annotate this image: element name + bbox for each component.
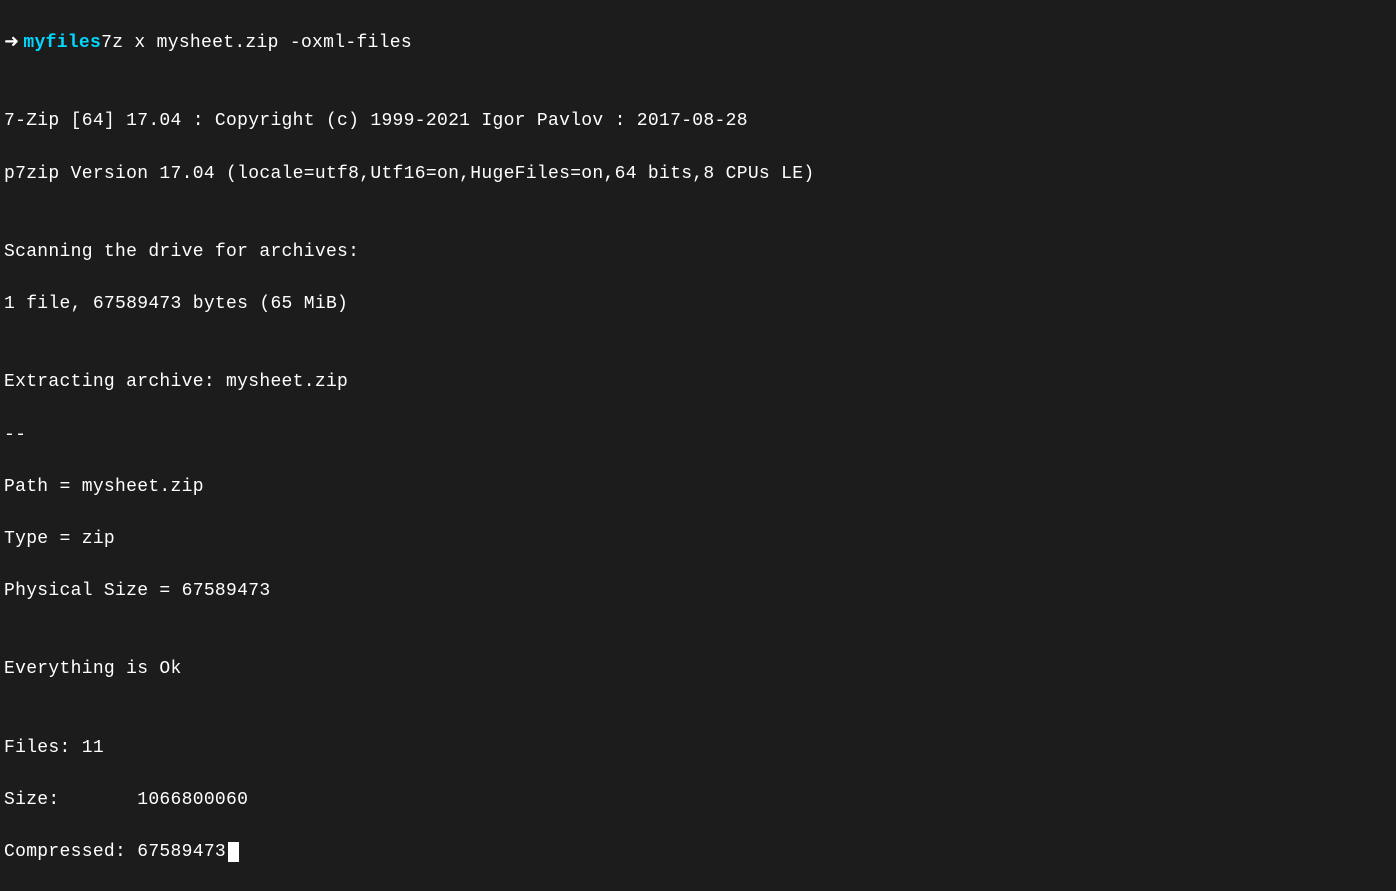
terminal-output[interactable]: ➜ myfiles 7z x mysheet.zip -oxml-files 7… <box>4 4 1392 891</box>
prompt-arrow-icon: ➜ <box>4 30 19 56</box>
output-line: Size: 1066800060 <box>4 787 1392 813</box>
output-line: Type = zip <box>4 526 1392 552</box>
current-directory: myfiles <box>23 30 101 56</box>
cursor-icon <box>228 842 239 862</box>
command-text: 7z x mysheet.zip -oxml-files <box>101 30 412 56</box>
prompt-line: ➜ myfiles 7z x mysheet.zip -oxml-files <box>4 30 1392 56</box>
output-line: 1 file, 67589473 bytes (65 MiB) <box>4 291 1392 317</box>
output-line: Path = mysheet.zip <box>4 474 1392 500</box>
output-line: Scanning the drive for archives: <box>4 239 1392 265</box>
output-text: Compressed: 67589473 <box>4 842 226 862</box>
output-line: Compressed: 67589473 <box>4 839 1392 865</box>
output-line: Extracting archive: mysheet.zip <box>4 369 1392 395</box>
output-line: Everything is Ok <box>4 656 1392 682</box>
output-line: p7zip Version 17.04 (locale=utf8,Utf16=o… <box>4 161 1392 187</box>
output-line: 7-Zip [64] 17.04 : Copyright (c) 1999-20… <box>4 108 1392 134</box>
output-line: -- <box>4 422 1392 448</box>
output-line: Physical Size = 67589473 <box>4 578 1392 604</box>
output-line: Files: 11 <box>4 735 1392 761</box>
